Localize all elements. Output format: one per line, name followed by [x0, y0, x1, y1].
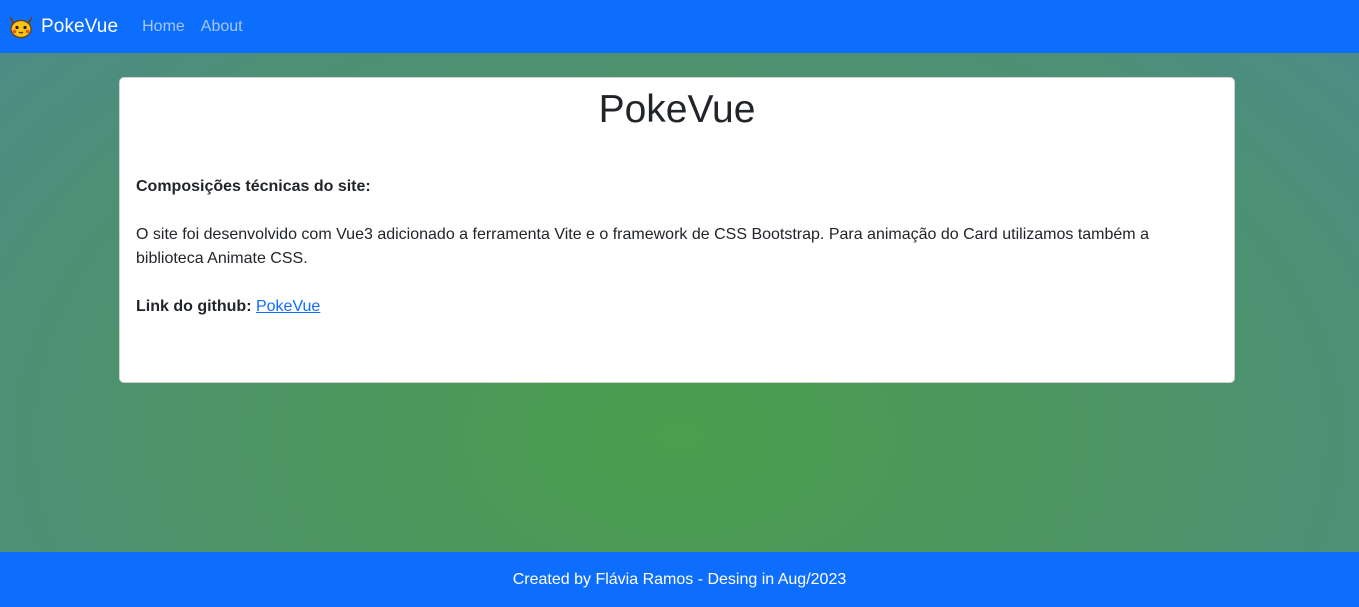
nav-about-link[interactable]: About [201, 18, 243, 36]
navbar-brand[interactable]: PokeVue [7, 14, 118, 40]
github-label: Link do github: [136, 298, 252, 315]
footer-text: Created by Flávia Ramos - Desing in Aug/… [512, 570, 847, 588]
description-text: O site foi desenvolvido com Vue3 adicion… [136, 226, 1149, 267]
section-heading: Composições técnicas do site: [136, 178, 371, 195]
github-link[interactable]: PokeVue [256, 298, 320, 315]
about-card: PokeVue Composições técnicas do site: O … [119, 77, 1235, 383]
pokemon-face-icon [7, 14, 35, 40]
page-title: PokeVue [598, 88, 756, 131]
github-line: Link do github: PokeVue [136, 295, 1218, 319]
top-navbar: PokeVue Home About [0, 0, 1359, 53]
page-footer: Created by Flávia Ramos - Desing in Aug/… [0, 552, 1359, 607]
brand-name: PokeVue [41, 15, 119, 37]
nav-home-link[interactable]: Home [142, 18, 185, 36]
